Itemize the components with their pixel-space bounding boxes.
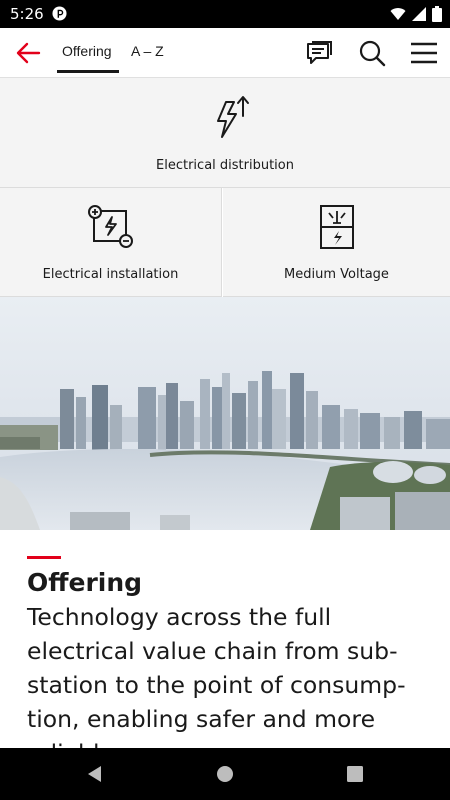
tile-label: Electrical distribution	[156, 158, 294, 173]
offering-description: Technology across the full electrical va…	[27, 603, 406, 748]
tile-electrical-installation[interactable]: Electrical installation	[0, 188, 222, 297]
electrical-distribution-icon	[217, 96, 249, 138]
tile-medium-voltage[interactable]: Medium Voltage	[223, 188, 450, 297]
tab-a-z[interactable]: A – Z	[131, 43, 164, 59]
recents-square-icon[interactable]	[345, 764, 365, 784]
tile-electrical-distribution[interactable]: Electrical distribution	[0, 78, 450, 188]
tile-label: Electrical installation	[42, 267, 179, 282]
page-title: Offering	[27, 568, 143, 597]
medium-voltage-icon	[320, 205, 354, 249]
signal-icon	[412, 7, 426, 21]
menu-icon[interactable]	[409, 38, 439, 68]
status-time: 5:26	[10, 5, 44, 23]
accent-rule	[27, 556, 61, 559]
app-notification-icon	[52, 6, 67, 21]
home-circle-icon[interactable]	[215, 764, 235, 784]
status-bar: 5:26	[0, 0, 450, 28]
search-icon[interactable]	[357, 38, 387, 68]
battery-icon	[432, 6, 442, 22]
app-bar: Offering A – Z	[0, 28, 450, 78]
electrical-installation-icon	[88, 205, 133, 248]
offering-content: Offering Technology across the full elec…	[0, 530, 450, 748]
active-tab-indicator	[57, 70, 119, 73]
status-icons	[390, 5, 442, 23]
system-nav-bar	[0, 748, 450, 800]
chat-icon[interactable]	[304, 38, 334, 68]
city-skyline-photo	[0, 297, 450, 530]
arrow-left-icon[interactable]	[14, 40, 42, 66]
hero-image	[0, 297, 450, 530]
tab-offering[interactable]: Offering	[62, 43, 112, 59]
tile-label: Medium Voltage	[284, 267, 389, 282]
back-triangle-icon[interactable]	[85, 764, 105, 784]
wifi-icon	[390, 8, 406, 20]
